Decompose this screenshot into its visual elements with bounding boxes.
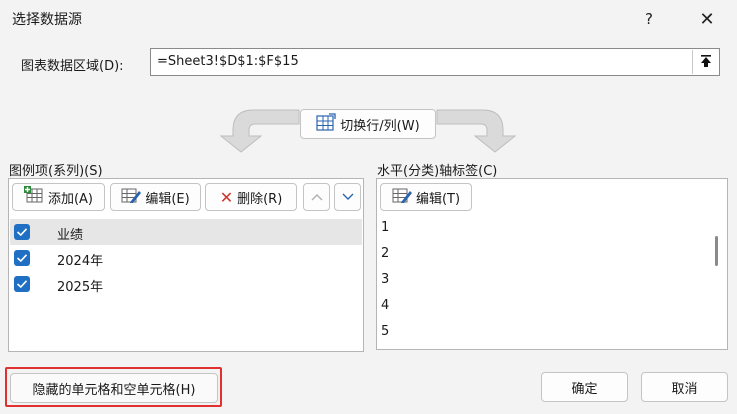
edit-series-button[interactable]: 编辑(E) xyxy=(110,183,201,211)
legend-panel: 添加(A) 编辑(E) ✕ 删除(R) 业绩 2024年 2025年 xyxy=(8,178,364,352)
legend-section-label: 图例项(系列)(S) xyxy=(9,164,103,179)
right-curve-arrow-icon xyxy=(436,109,517,153)
chevron-up-icon xyxy=(311,190,323,205)
legend-item[interactable]: 2025年 xyxy=(10,271,362,297)
range-value: =Sheet3!$D$1:$F$15 xyxy=(157,54,299,69)
range-label: 图表数据区域(D): xyxy=(21,59,124,74)
checkbox[interactable] xyxy=(14,224,30,240)
edit-series-label: 编辑(E) xyxy=(145,191,190,207)
axis-label-item[interactable]: 1 xyxy=(381,220,389,235)
scrollbar-thumb[interactable] xyxy=(715,236,718,266)
chevron-down-icon xyxy=(342,190,354,205)
edit-axis-label: 编辑(T) xyxy=(415,191,461,207)
help-button[interactable]: ? xyxy=(626,4,672,34)
cancel-button[interactable]: 取消 xyxy=(641,372,728,402)
switch-button-label: 切换行/列(W) xyxy=(340,118,420,134)
delete-x-icon: ✕ xyxy=(219,187,234,207)
axis-label-item[interactable]: 2 xyxy=(381,246,389,261)
switch-grid-icon xyxy=(316,113,336,135)
delete-series-button[interactable]: ✕ 删除(R) xyxy=(205,183,297,211)
close-button[interactable]: ✕ xyxy=(684,4,730,34)
edit-axis-labels-button[interactable]: 编辑(T) xyxy=(380,183,472,211)
legend-item[interactable]: 业绩 xyxy=(10,219,362,245)
legend-item-label: 2024年 xyxy=(57,254,104,269)
axis-label-item[interactable]: 4 xyxy=(381,298,389,313)
axis-label-item[interactable]: 5 xyxy=(381,324,389,339)
range-input[interactable]: =Sheet3!$D$1:$F$15 xyxy=(150,48,720,76)
move-down-button[interactable] xyxy=(334,183,361,211)
legend-item[interactable]: 2024年 xyxy=(10,245,362,271)
axis-labels-panel: 编辑(T) 1 2 3 4 5 xyxy=(376,178,728,350)
dialog-title: 选择数据源 xyxy=(12,12,82,28)
ok-button[interactable]: 确定 xyxy=(541,372,628,402)
delete-series-label: 删除(R) xyxy=(237,191,283,207)
left-curve-arrow-icon xyxy=(219,109,300,153)
edit-table-icon xyxy=(121,186,142,208)
legend-item-label: 2025年 xyxy=(57,280,104,295)
switch-row-column-button[interactable]: 切换行/列(W) xyxy=(300,109,436,139)
add-table-icon xyxy=(23,186,44,208)
add-series-label: 添加(A) xyxy=(47,191,94,207)
move-up-button[interactable] xyxy=(303,183,330,211)
edit-table-icon xyxy=(392,186,412,208)
collapse-arrow-icon[interactable] xyxy=(692,50,718,74)
checkbox[interactable] xyxy=(14,250,30,266)
highlight-box xyxy=(5,367,222,407)
checkbox[interactable] xyxy=(14,276,30,292)
legend-item-label: 业绩 xyxy=(57,228,84,243)
axis-section-label: 水平(分类)轴标签(C) xyxy=(377,164,498,179)
axis-label-item[interactable]: 3 xyxy=(381,272,389,287)
add-series-button[interactable]: 添加(A) xyxy=(12,183,105,211)
